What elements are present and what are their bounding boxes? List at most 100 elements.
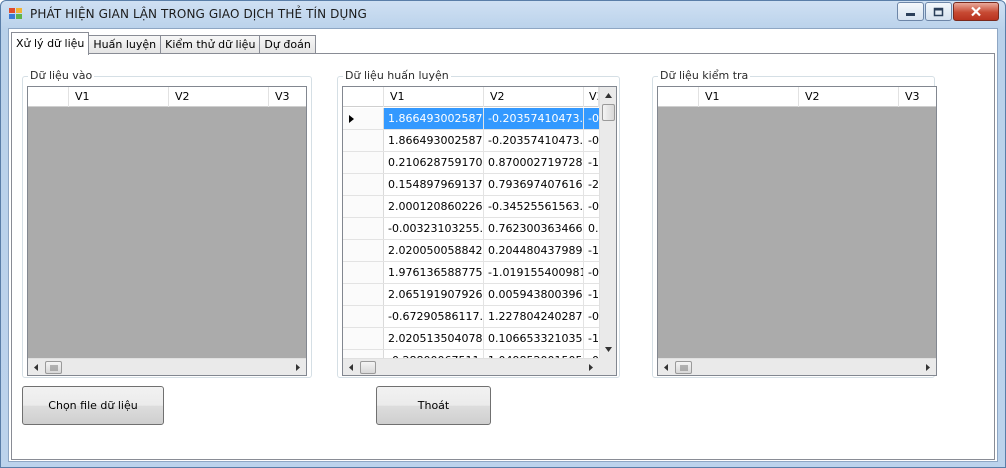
table-cell-v3[interactable]: -0.3	[584, 130, 599, 151]
table-row[interactable]: 2.000120860226-0.34525561563...-0.4	[343, 196, 599, 218]
table-cell-v1[interactable]: 2.020050058842...	[384, 240, 484, 261]
table-cell-v1[interactable]: 2.020513504078...	[384, 328, 484, 349]
table-row[interactable]: 0.154897969137...0.793697407616...-2.2	[343, 174, 599, 196]
table-cell-v3[interactable]: 0.3	[584, 218, 599, 239]
column-header-v2[interactable]: V2	[169, 87, 269, 107]
row-header[interactable]	[343, 130, 384, 151]
column-header-v1[interactable]: V1	[69, 87, 169, 107]
table-cell-v3[interactable]: -1.5	[584, 152, 599, 173]
table-row[interactable]: 1.866493002587...-0.20357410473...-0.3	[343, 130, 599, 152]
table-cell-v1[interactable]: -0.00323103255...	[384, 218, 484, 239]
horizontal-scrollbar[interactable]	[28, 358, 306, 375]
table-row[interactable]: -0.67290586117...1.227804240287...-0.5	[343, 306, 599, 328]
row-header[interactable]	[343, 108, 384, 129]
row-header[interactable]	[343, 350, 384, 358]
scroll-left-icon[interactable]	[28, 359, 45, 375]
scroll-right-icon[interactable]	[919, 359, 936, 375]
row-header[interactable]	[343, 240, 384, 261]
row-header[interactable]	[343, 328, 384, 349]
row-header[interactable]	[343, 306, 384, 327]
table-cell-v2[interactable]: -1.0191554009819	[484, 262, 584, 283]
table-row[interactable]: 0.210628759170...0.870002719728...-1.5	[343, 152, 599, 174]
table-row[interactable]: 2.020050058842...0.204480437989...-1.5	[343, 240, 599, 262]
horizontal-scrollbar[interactable]	[343, 358, 599, 375]
table-cell-v2[interactable]: 0.005943800396...	[484, 284, 584, 305]
table-row[interactable]: 2.020513504078...0.106653321035...-1.6	[343, 328, 599, 350]
table-row[interactable]: -0.00323103255...0.762300363466...0.3	[343, 218, 599, 240]
scroll-right-icon[interactable]	[289, 359, 306, 375]
horizontal-scrollbar[interactable]	[658, 358, 936, 375]
table-cell-v2[interactable]: 0.204480437989...	[484, 240, 584, 261]
table-cell-v3[interactable]: -1.6	[584, 328, 599, 349]
scroll-left-icon[interactable]	[658, 359, 675, 375]
table-cell-v1[interactable]: 0.210628759170...	[384, 152, 484, 173]
table-row[interactable]: -0.28800067511...1.049852001505...-0.1	[343, 350, 599, 358]
table-cell-v3[interactable]: -0.7	[584, 262, 599, 283]
column-header-v1[interactable]: V1	[384, 87, 484, 107]
close-button[interactable]	[953, 2, 999, 21]
column-header-v2[interactable]: V2	[484, 87, 584, 107]
table-cell-v1[interactable]: 0.154897969137...	[384, 174, 484, 195]
column-header-v3[interactable]: V3	[584, 87, 599, 107]
table-cell-v3[interactable]: -0.4	[584, 196, 599, 217]
tab-xu-ly-du-lieu[interactable]: Xử lý dữ liệu	[11, 32, 90, 55]
table-cell-v1[interactable]: 2.065191907926...	[384, 284, 484, 305]
table-cell-v2[interactable]: 0.870002719728...	[484, 152, 584, 173]
table-row[interactable]: 1.9761365887754-1.0191554009819-0.7	[343, 262, 599, 284]
scroll-down-icon[interactable]	[600, 341, 616, 358]
test-data-grid[interactable]: V1 V2 V3	[657, 86, 937, 376]
table-cell-v2[interactable]: -0.34525561563...	[484, 196, 584, 217]
exit-button[interactable]: Thoát	[376, 386, 491, 425]
tab-kiem-thu-du-lieu[interactable]: Kiểm thử dữ liệu	[160, 35, 261, 55]
column-header-v1[interactable]: V1	[699, 87, 799, 107]
row-header[interactable]	[343, 262, 384, 283]
table-cell-v2[interactable]: -0.20357410473...	[484, 130, 584, 151]
column-header-v2[interactable]: V2	[799, 87, 899, 107]
table-cell-v2[interactable]: 0.762300363466...	[484, 218, 584, 239]
grid-header: V1 V2 V3	[28, 87, 306, 107]
tab-du-doan[interactable]: Dự đoán	[259, 35, 316, 55]
table-cell-v3[interactable]: -2.2	[584, 174, 599, 195]
table-row[interactable]: 1.866493002587...-0.20357410473...-0.1	[343, 108, 599, 130]
table-cell-v3[interactable]: -0.1	[584, 350, 599, 358]
input-data-grid[interactable]: V1 V2 V3	[27, 86, 307, 376]
table-cell-v1[interactable]: 1.866493002587...	[384, 108, 484, 129]
scroll-thumb[interactable]	[360, 361, 376, 374]
row-header-corner	[343, 87, 384, 107]
table-cell-v2[interactable]: 1.227804240287...	[484, 306, 584, 327]
tab-huan-luyen[interactable]: Huấn luyện	[88, 35, 162, 55]
row-header[interactable]	[343, 174, 384, 195]
row-header[interactable]	[343, 284, 384, 305]
scroll-right-icon[interactable]	[582, 359, 599, 375]
table-cell-v2[interactable]: -0.20357410473...	[484, 108, 584, 129]
table-cell-v1[interactable]: 2.000120860226	[384, 196, 484, 217]
scroll-up-icon[interactable]	[600, 87, 616, 104]
table-cell-v3[interactable]: -0.1	[584, 108, 599, 129]
table-row[interactable]: 2.065191907926...0.005943800396...-1.6	[343, 284, 599, 306]
scroll-thumb[interactable]	[45, 361, 62, 374]
row-header[interactable]	[343, 152, 384, 173]
choose-file-button[interactable]: Chọn file dữ liệu	[22, 386, 164, 425]
scroll-thumb[interactable]	[675, 361, 692, 374]
minimize-button[interactable]	[897, 2, 924, 21]
row-header[interactable]	[343, 218, 384, 239]
table-cell-v1[interactable]: -0.28800067511...	[384, 350, 484, 358]
table-cell-v1[interactable]: 1.866493002587...	[384, 130, 484, 151]
table-cell-v2[interactable]: 0.106653321035...	[484, 328, 584, 349]
table-cell-v1[interactable]: 1.9761365887754	[384, 262, 484, 283]
table-cell-v1[interactable]: -0.67290586117...	[384, 306, 484, 327]
maximize-button[interactable]	[925, 2, 952, 21]
table-cell-v3[interactable]: -0.5	[584, 306, 599, 327]
vertical-scrollbar[interactable]	[599, 87, 616, 358]
table-cell-v2[interactable]: 1.049852001505...	[484, 350, 584, 358]
row-header[interactable]	[343, 196, 384, 217]
scroll-thumb[interactable]	[602, 104, 615, 121]
table-cell-v2[interactable]: 0.793697407616...	[484, 174, 584, 195]
column-header-v3[interactable]: V3	[899, 87, 936, 107]
table-cell-v3[interactable]: -1.6	[584, 284, 599, 305]
scroll-left-icon[interactable]	[343, 359, 360, 375]
title-bar[interactable]: PHÁT HIỆN GIAN LẬN TRONG GIAO DỊCH THẺ T…	[1, 1, 1005, 27]
column-header-v3[interactable]: V3	[269, 87, 306, 107]
training-data-grid[interactable]: V1 V2 V3 1.866493002587...-0.20357410473…	[342, 86, 617, 376]
table-cell-v3[interactable]: -1.5	[584, 240, 599, 261]
